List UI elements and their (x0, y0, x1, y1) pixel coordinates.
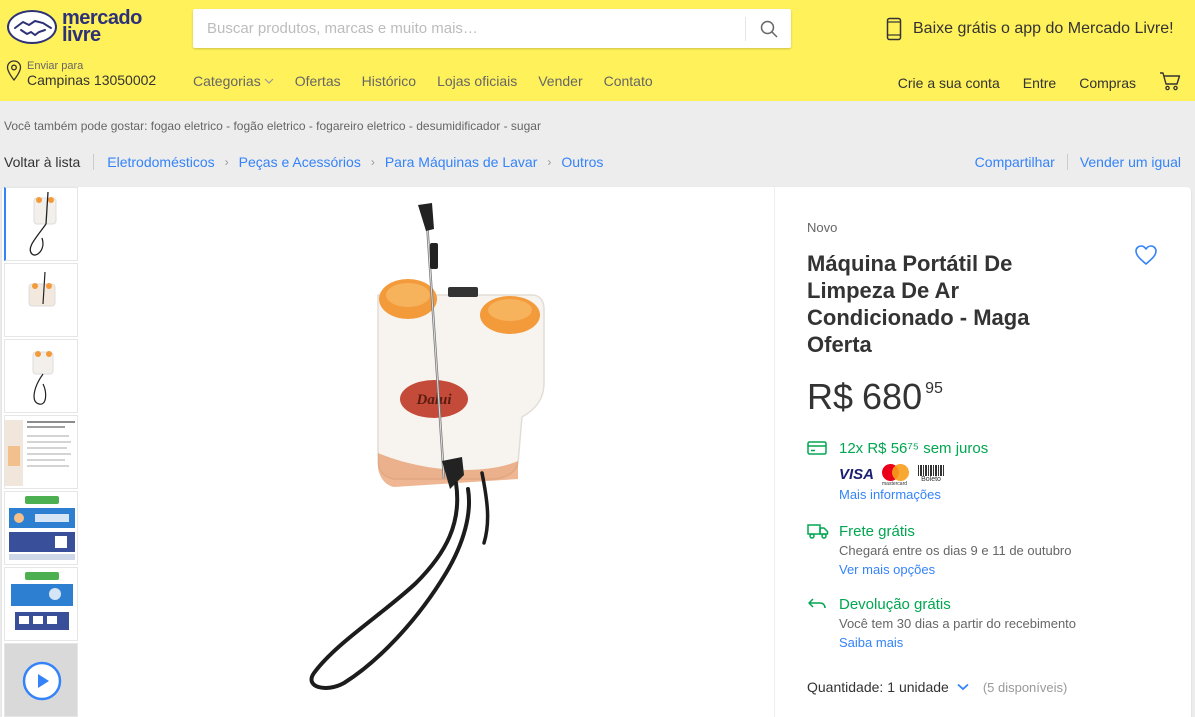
breadcrumb: Voltar à lista Eletrodomésticos › Peças … (4, 154, 603, 170)
cart-icon (1160, 72, 1181, 91)
nav-lojas-oficiais[interactable]: Lojas oficiais (437, 73, 517, 89)
chevron-right-icon: › (370, 155, 375, 169)
thumbnail-2[interactable] (4, 263, 78, 337)
handshake-logo-icon (7, 10, 57, 44)
breadcrumb-item[interactable]: Para Máquinas de Lavar (385, 154, 538, 170)
payment-logos: VISA mastercard Boleto (839, 462, 988, 487)
nav-contato[interactable]: Contato (604, 73, 653, 89)
return-row: Devolução grátis Você tem 30 dias a part… (807, 596, 1076, 650)
logo-text: mercado livre (62, 8, 142, 46)
app-promo-link[interactable]: Baixe grátis o app do Mercado Livre! (886, 17, 1174, 41)
logo[interactable]: mercado livre (7, 8, 142, 46)
return-info-link[interactable]: Saiba mais (839, 635, 1076, 650)
breadcrumb-divider (93, 154, 95, 170)
related-searches[interactable]: Você também pode gostar: fogao eletrico … (4, 119, 541, 133)
quantity-label: Quantidade: (807, 679, 884, 695)
logo-line-2: livre (62, 24, 101, 46)
price-cents: 95 (925, 380, 943, 397)
return-title: Devolução grátis (839, 596, 951, 613)
shipping-location[interactable]: Enviar para Campinas 13050002 (6, 60, 156, 88)
more-info-link[interactable]: Mais informações (839, 487, 941, 502)
visa-logo: VISA (839, 465, 875, 483)
thumbnail-1[interactable] (4, 187, 78, 261)
shipping-row: Frete grátis Chegará entre os dias 9 e 1… (807, 523, 1071, 577)
installments-text: 12x R$ 56⁷⁵ sem juros (839, 440, 989, 457)
shipping-title: Frete grátis (839, 523, 915, 540)
share-actions: Compartilhar Vender um igual (975, 154, 1181, 170)
panel-divider (774, 187, 775, 717)
mastercard-logo: mastercard (882, 462, 910, 487)
nav-vender[interactable]: Vender (538, 73, 582, 89)
boleto-label: Boleto (921, 476, 941, 483)
heart-icon (1135, 245, 1157, 265)
create-account-link[interactable]: Crie a sua conta (898, 75, 1000, 91)
thumbnail-gallery (4, 187, 78, 717)
chevron-down-icon (957, 683, 969, 691)
card-icon (807, 441, 827, 455)
location-value: Campinas 13050002 (27, 72, 157, 88)
chevron-down-icon (264, 78, 274, 84)
thumbnail-4[interactable] (4, 415, 78, 489)
thumbnail-video[interactable] (4, 643, 78, 717)
boleto-logo: Boleto (918, 465, 945, 483)
price-integer: 680 (862, 376, 923, 417)
thumbnail-5[interactable] (4, 491, 78, 565)
nav-categorias-label: Categorias (193, 73, 261, 89)
installments-row: 12x R$ 56⁷⁵ sem juros VISA mastercard Bo… (807, 440, 988, 504)
login-link[interactable]: Entre (1023, 75, 1056, 91)
play-icon (22, 661, 62, 701)
search-button[interactable] (746, 9, 791, 48)
cart-button[interactable] (1159, 71, 1181, 94)
chevron-right-icon: › (547, 155, 552, 169)
share-divider (1066, 154, 1068, 170)
quantity-selector[interactable]: Quantidade: 1 unidade (5 disponíveis) (807, 679, 1067, 695)
return-detail: Você tem 30 dias a partir do recebimento (839, 616, 1077, 631)
thumbnail-6[interactable] (4, 567, 78, 641)
favorite-button[interactable] (1134, 244, 1158, 271)
mastercard-label: mastercard (882, 481, 908, 487)
available-stock: (5 disponíveis) (982, 679, 1068, 695)
shipping-detail: Chegará entre os dias 9 e 11 de outubro (839, 543, 1072, 558)
header: mercado livre Baixe grátis o app do Merc… (0, 0, 1195, 101)
truck-icon (807, 524, 829, 539)
location-pin-icon (6, 60, 22, 82)
shipping-options-link[interactable]: Ver mais opções (839, 562, 1071, 577)
product-card: Dalui Novo Máquina Portátil De Limpeza D… (2, 187, 1191, 717)
condition-label: Novo (807, 220, 838, 235)
search-icon (760, 20, 778, 38)
search-input[interactable] (193, 9, 745, 48)
location-label: Enviar para (27, 60, 84, 72)
share-link[interactable]: Compartilhar (975, 154, 1055, 170)
main-nav: Categorias Ofertas Histórico Lojas ofici… (193, 73, 653, 89)
product-brand-label: Dalui (415, 392, 452, 408)
app-promo-text: Baixe grátis o app do Mercado Livre! (913, 20, 1174, 37)
return-icon (808, 598, 826, 609)
account-nav: Crie a sua conta Entre Compras (898, 71, 1181, 94)
price-currency: R$ (807, 376, 854, 417)
nav-ofertas[interactable]: Ofertas (295, 73, 341, 89)
phone-icon (886, 17, 902, 41)
price: R$ 680 95 (807, 377, 943, 417)
search-bar (193, 9, 791, 48)
breadcrumb-item[interactable]: Outros (561, 154, 603, 170)
thumbnail-3[interactable] (4, 339, 78, 413)
chevron-right-icon: › (224, 155, 229, 169)
breadcrumb-item[interactable]: Eletrodomésticos (107, 154, 214, 170)
product-title: Máquina Portátil De Limpeza De Ar Condic… (807, 251, 1030, 357)
nav-categorias[interactable]: Categorias (193, 73, 274, 89)
purchases-link[interactable]: Compras (1079, 75, 1136, 91)
back-to-list-link[interactable]: Voltar à lista (4, 154, 80, 170)
breadcrumb-item[interactable]: Peças e Acessórios (239, 154, 361, 170)
quantity-value: 1 unidade (887, 679, 949, 695)
product-main-image[interactable]: Dalui (286, 203, 567, 703)
sell-similar-link[interactable]: Vender um igual (1080, 154, 1181, 170)
nav-historico[interactable]: Histórico (362, 73, 416, 89)
